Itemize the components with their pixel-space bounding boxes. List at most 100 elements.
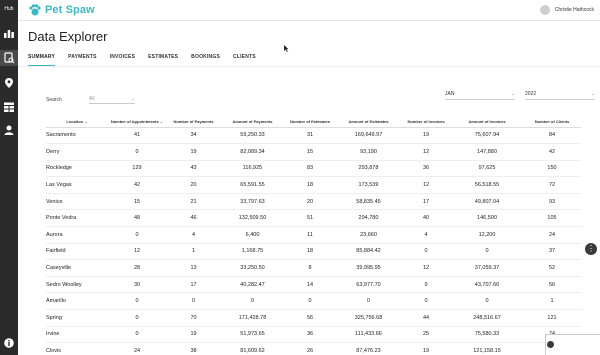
document-search-icon[interactable] — [0, 50, 18, 66]
table-cell: 25 — [401, 326, 451, 344]
column-header-clients[interactable]: Number of Clients — [523, 113, 581, 128]
table-cell: 41 — [108, 127, 166, 145]
table-cell: 63,977.70 — [336, 276, 401, 294]
table-cell: 33,797.63 — [221, 193, 284, 211]
table-row[interactable]: Clovis 24 38 81,609.62 26 87,476.23 19 121,158.… — [46, 342, 581, 355]
table-cell: 146,500 — [451, 209, 523, 228]
table-cell: 17 — [166, 276, 221, 294]
column-header-appointments[interactable]: Number of Appointments ⌄ — [108, 113, 166, 128]
table-row[interactable]: Rockledge 129 43 116,925 83 293,878 36 97,625 15… — [46, 160, 581, 178]
tab-summary[interactable]: SUMMARY — [28, 54, 56, 66]
table-row[interactable]: Sedro Woolley 30 17 40,282.47 14 63,977.70 9 43… — [46, 276, 581, 294]
table-cell: 173,539 — [336, 176, 401, 194]
table-cell: 38 — [166, 342, 221, 355]
table-cell-location: Amarillo — [46, 292, 108, 311]
table-cell: 20 — [284, 193, 336, 211]
table-row[interactable]: Derry 0 19 82,089.34 15 93,190 12 147,880 42 — [46, 143, 581, 161]
table-cell: 87,476.23 — [336, 342, 401, 355]
chat-widget[interactable] — [545, 334, 600, 355]
table-cell: 4 — [166, 226, 221, 244]
table-cell: 75,607.94 — [451, 127, 523, 145]
more-options-button[interactable]: ⋮ — [585, 243, 597, 255]
tab-bookings[interactable]: BOOKINGS — [191, 54, 220, 66]
table-row[interactable]: Amarillo 0 0 0 0 0 0 0 1 — [46, 292, 581, 311]
location-icon[interactable] — [4, 78, 14, 88]
table-cell: 36 — [401, 160, 451, 178]
chevron-down-icon: ⌄ — [130, 96, 135, 102]
table-cell: 24 — [523, 226, 581, 244]
tab-estimates[interactable]: ESTIMATES — [148, 54, 178, 66]
table-cell: 9 — [401, 276, 451, 294]
table-cell: 56,518.55 — [451, 176, 523, 194]
table-row[interactable]: Venice 15 21 33,797.63 20 58,835.45 17 49,807.0… — [46, 193, 581, 211]
table-cell: 121 — [523, 309, 581, 327]
table-cell: 18 — [284, 243, 336, 261]
column-header-estimates[interactable]: Number of Estimates — [284, 113, 336, 128]
month-select[interactable]: JAN ⌄ — [445, 91, 515, 100]
table-row[interactable]: Las Vegas 42 20 65,591.55 18 173,539 12 56,518.… — [46, 176, 581, 194]
table-cell: 36 — [284, 326, 336, 344]
chat-icon[interactable] — [547, 341, 554, 348]
table-cell: 15 — [108, 193, 166, 211]
user-name[interactable]: Christie Hathcock — [555, 7, 594, 13]
brand-name: Pet Spaw — [45, 4, 95, 16]
search-select[interactable]: All ⌄ — [89, 96, 135, 104]
year-select[interactable]: 2022 ⌄ — [525, 91, 595, 100]
table-row[interactable]: Fairfield 12 1 1,168.75 18 85,884.42 0 0 37 — [46, 243, 581, 261]
table-cell: 0 — [401, 243, 451, 261]
table-cell: 4 — [401, 226, 451, 244]
table-cell: 70 — [166, 309, 221, 327]
table-cell: 72 — [523, 176, 581, 194]
table-cell: 59,250.33 — [221, 127, 284, 145]
tab-invoices[interactable]: INVOICES — [110, 54, 136, 66]
table-cell: 14 — [284, 276, 336, 294]
table-cell: 19 — [401, 127, 451, 145]
column-header-payments[interactable]: Number of Payments — [166, 113, 221, 128]
column-header-amount-estimates[interactable]: Amount of Estimates — [336, 113, 401, 128]
table-cell: 34 — [166, 127, 221, 145]
table-cell: 93 — [523, 193, 581, 211]
tab-bar: SUMMARY PAYMENTS INVOICES ESTIMATES BOOK… — [28, 54, 269, 66]
table-row[interactable]: Caseyville 28 13 33,250.50 8 39,995.95 12 37,05… — [46, 259, 581, 277]
table-cell: 13 — [166, 259, 221, 277]
table-header-row: Location ⌄ Number of Appointments ⌄ Numb… — [46, 113, 581, 128]
user-icon[interactable] — [4, 125, 14, 135]
info-icon[interactable] — [4, 338, 14, 348]
table-cell-location: Clovis — [46, 342, 108, 355]
table-cell: 12 — [108, 243, 166, 261]
table-cell: 12 — [401, 143, 451, 161]
table-cell: 26 — [284, 342, 336, 355]
table-cell: 20 — [166, 176, 221, 194]
top-bar: Pet Spaw Christie Hathcock — [18, 0, 600, 21]
table-row[interactable]: Irvine 0 19 51,973.65 36 111,433.66 25 75,580.3… — [46, 326, 581, 344]
table-cell: 40 — [401, 209, 451, 228]
table-row[interactable]: Aurora 0 4 6,400 11 23,660 4 12,200 24 — [46, 226, 581, 244]
year-select-value: 2022 — [525, 91, 537, 97]
tab-clients[interactable]: CLIENTS — [233, 54, 256, 66]
hub-label[interactable]: Hub — [1, 6, 17, 12]
table-icon[interactable] — [4, 102, 14, 112]
table-cell: 56 — [523, 276, 581, 294]
bar-chart-icon[interactable] — [4, 28, 14, 38]
tab-payments[interactable]: PAYMENTS — [68, 54, 97, 66]
logo[interactable]: Pet Spaw — [28, 3, 95, 17]
table-cell: 0 — [451, 243, 523, 261]
user-menu[interactable]: Christie Hathcock — [539, 5, 594, 15]
column-header-amount-payments[interactable]: Amount of Payments — [221, 113, 284, 128]
table-row[interactable]: Spring 0 70 171,428.78 56 325,756.68 44 248,516… — [46, 309, 581, 327]
chevron-down-icon: ⌄ — [590, 91, 595, 97]
table-cell: 12,200 — [451, 226, 523, 244]
table-cell: 293,878 — [336, 160, 401, 178]
table-row[interactable]: Sacramento 41 34 59,250.33 31 169,649.97 19 75,… — [46, 127, 581, 145]
column-header-invoices[interactable]: Number of Invoices — [401, 113, 451, 128]
table-cell: 42 — [108, 176, 166, 194]
table-row[interactable]: Ponte Vedra 48 46 132,509.50 51 294,780 40 146,… — [46, 209, 581, 228]
tab-divider — [18, 66, 600, 67]
column-header-location[interactable]: Location ⌄ — [46, 113, 108, 128]
table-cell: 97,625 — [451, 160, 523, 178]
avatar[interactable] — [539, 5, 550, 15]
table-cell: 44 — [401, 309, 451, 327]
table-cell-location: Irvine — [46, 326, 108, 344]
table-cell: 116,925 — [221, 160, 284, 178]
column-header-amount-invoices[interactable]: Amount of Invoices — [451, 113, 523, 128]
